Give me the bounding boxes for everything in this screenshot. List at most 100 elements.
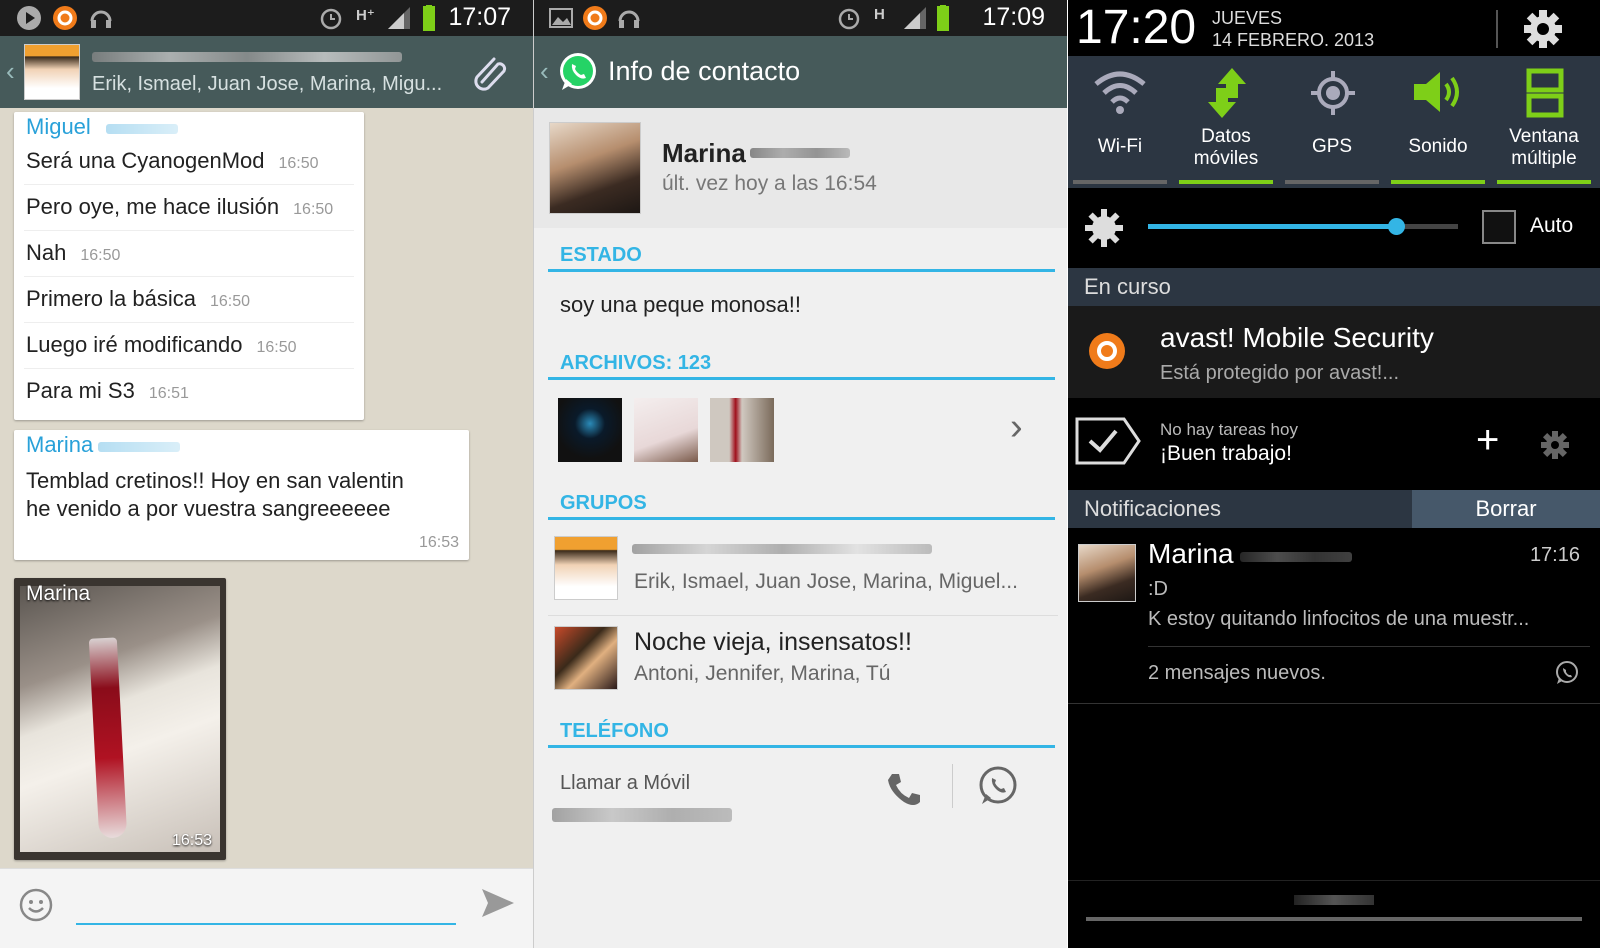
group-item[interactable]: Noche vieja, insensatos!! Antoni, Jennif…	[548, 620, 1058, 706]
divider	[1148, 646, 1590, 647]
section-grupos: GRUPOS	[548, 478, 1055, 520]
toggle-label: GPS	[1311, 136, 1353, 157]
tasks-line1: No hay tareas hoy	[1160, 420, 1298, 439]
attach-icon[interactable]	[470, 52, 510, 92]
sender-name: Marina	[26, 582, 91, 605]
clear-button[interactable]: Borrar	[1412, 490, 1600, 528]
page-title: Info de contacto	[608, 56, 801, 86]
wifi-icon	[1094, 71, 1146, 114]
phone-icon[interactable]	[884, 770, 924, 810]
chat-action-bar[interactable]: ‹ Erik, Ismael, Juan Jose, Marina, Migu.…	[0, 36, 533, 108]
speaker-icon	[1414, 72, 1459, 112]
contact-surname-blurred	[750, 148, 850, 158]
task-settings-icon[interactable]	[1540, 430, 1570, 460]
notifications-header: Notificaciones Borrar	[1068, 490, 1600, 528]
group-avatar[interactable]	[24, 44, 80, 100]
image-message[interactable]: Marina 16:53	[14, 578, 226, 860]
media-thumbnail[interactable]	[710, 398, 774, 462]
avast-notification[interactable]: avast! Mobile Security Está protegido po…	[1068, 306, 1600, 398]
phone-number-blurred	[552, 808, 732, 822]
chat-message: Primero la básica 16:50	[26, 286, 250, 311]
last-seen: últ. vez hoy a las 16:54	[662, 172, 877, 195]
notifications-title: Notificaciones	[1084, 496, 1221, 521]
notification-time: 17:16	[1529, 544, 1580, 566]
notification-avatar	[1078, 544, 1136, 602]
compose-bar	[0, 868, 533, 948]
settings-gear-icon[interactable]	[1522, 8, 1564, 50]
auto-checkbox[interactable]	[1482, 210, 1516, 244]
chat-message-line: he venido a por vuestra sangreeeeee	[26, 496, 391, 521]
back-chevron-icon[interactable]: ‹	[540, 56, 549, 87]
toggle-label: Ventana múltiple	[1509, 126, 1579, 169]
brightness-knob[interactable]	[1388, 218, 1405, 235]
add-task-icon[interactable]: +	[1476, 418, 1499, 463]
brightness-slider[interactable]	[1148, 218, 1458, 235]
toggle-indicator	[1391, 180, 1485, 184]
alarm-icon	[838, 8, 860, 30]
whatsapp-notification[interactable]: Marina 17:16 :D K estoy quitando linfoci…	[1068, 528, 1600, 704]
toggle-wifi[interactable]: Wi-Fi	[1068, 56, 1172, 184]
emoji-icon[interactable]	[18, 887, 54, 923]
whatsapp-call-icon[interactable]	[976, 764, 1020, 808]
toggle-mobile-data[interactable]: Datos móviles	[1174, 56, 1278, 184]
play-icon	[17, 6, 41, 30]
brightness-row: Auto	[1068, 188, 1600, 268]
divider	[952, 764, 953, 808]
status-time: 17:09	[982, 3, 1045, 31]
message-bubble-miguel[interactable]: Miguel Será una CyanogenMod 16:50 Pero oy…	[14, 112, 364, 420]
headset-icon	[618, 10, 640, 28]
media-thumbnail[interactable]	[558, 398, 622, 462]
tasks-widget[interactable]: No hay tareas hoy ¡Buen trabajo! +	[1068, 402, 1600, 486]
toggle-sound[interactable]: Sonido	[1386, 56, 1490, 184]
notification-count: 2 mensajes nuevos.	[1148, 662, 1326, 684]
status-bar: H⁺ 17:07	[0, 0, 533, 36]
toggle-label: Wi-Fi	[1097, 136, 1143, 157]
contact-action-bar: ‹ Info de contacto	[534, 36, 1067, 108]
sender-surname-blurred	[98, 442, 180, 452]
sender-name: Marina	[26, 432, 94, 457]
contact-avatar[interactable]	[549, 122, 641, 214]
contact-name: Marina	[662, 138, 746, 168]
toggle-gps[interactable]: GPS	[1280, 56, 1384, 184]
notification-line: :D	[1148, 578, 1168, 600]
group-members: Erik, Ismael, Juan Jose, Marina, Migu...	[92, 73, 443, 95]
group-avatar	[554, 536, 618, 600]
toggle-indicator	[1497, 180, 1591, 184]
section-telefono: TELÉFONO	[548, 706, 1055, 748]
ongoing-title: En curso	[1084, 274, 1171, 299]
drag-handle[interactable]	[1086, 917, 1582, 921]
shade-footer	[1068, 880, 1600, 948]
chevron-right-icon[interactable]: ›	[1010, 406, 1023, 449]
sender-name: Miguel	[26, 114, 91, 139]
brightness-icon	[1085, 209, 1123, 247]
chat-message-line: Temblad cretinos!! Hoy en san valentin	[26, 468, 404, 493]
message-bubble-marina[interactable]: Marina Temblad cretinos!! Hoy en san val…	[14, 430, 469, 560]
group-name-blurred	[92, 52, 402, 62]
brightness-fill	[1148, 224, 1396, 229]
notification-panel: 17:20 JUEVES 14 FEBRERO. 2013 Wi-Fi Dato…	[1068, 0, 1600, 948]
back-chevron-icon[interactable]: ‹	[6, 56, 15, 87]
send-icon[interactable]	[478, 883, 518, 923]
message-input[interactable]	[76, 891, 456, 925]
shade-date: 14 FEBRERO. 2013	[1212, 30, 1375, 50]
group-members: Erik, Ismael, Juan Jose, Marina, Miguel.…	[634, 570, 1018, 593]
sender-surname-blurred	[106, 124, 178, 134]
chat-message: Para mi S3 16:51	[26, 378, 189, 403]
toggle-multi-window[interactable]: Ventana múltiple	[1492, 56, 1596, 184]
sender-surname-blurred	[1240, 552, 1352, 562]
whatsapp-small-icon	[1556, 661, 1578, 684]
phone-row[interactable]: Llamar a Móvil	[548, 758, 1058, 838]
media-thumbnail[interactable]	[634, 398, 698, 462]
section-estado: ESTADO	[548, 230, 1055, 272]
group-item[interactable]: Erik, Ismael, Juan Jose, Marina, Miguel.…	[548, 530, 1058, 616]
auto-label: Auto	[1530, 214, 1574, 237]
headset-icon	[90, 10, 112, 28]
shade-time: 17:20	[1076, 1, 1197, 54]
task-check-icon	[1075, 417, 1141, 465]
whatsapp-icon[interactable]	[556, 50, 600, 94]
avast-icon	[1089, 333, 1125, 369]
chat-message: Será una CyanogenMod 16:50	[26, 148, 319, 173]
toggle-label: Datos móviles	[1193, 126, 1259, 169]
status-time: 17:07	[448, 3, 511, 31]
signal-icon	[388, 7, 410, 29]
